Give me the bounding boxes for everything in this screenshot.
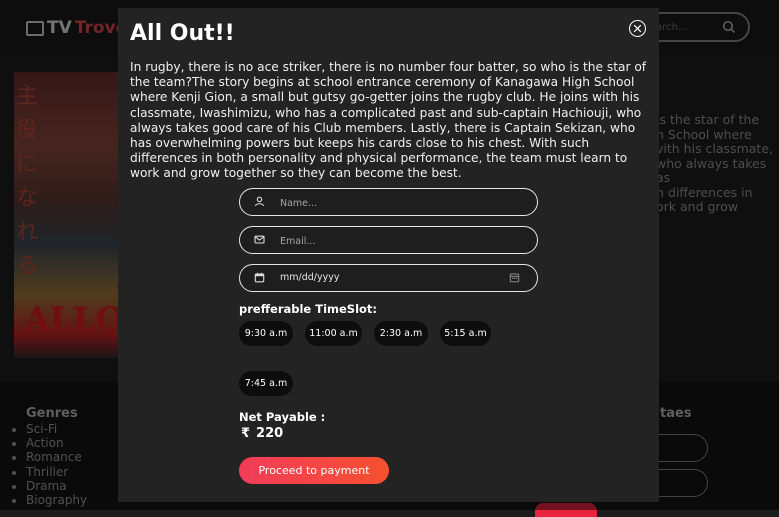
modal-title: All Out!! xyxy=(130,21,235,46)
name-input[interactable] xyxy=(278,193,502,213)
timeslot-button[interactable]: 5:15 a.m xyxy=(440,321,491,346)
timeslot-button[interactable]: 9:30 a.m xyxy=(239,321,293,346)
name-field[interactable] xyxy=(239,188,538,216)
date-field[interactable]: mm/dd/yyyy xyxy=(239,264,538,292)
proceed-to-payment-button[interactable]: Proceed to payment xyxy=(239,457,389,484)
email-field[interactable] xyxy=(239,226,538,254)
date-input[interactable]: mm/dd/yyyy xyxy=(280,272,339,283)
rupee-icon: ₹ xyxy=(241,426,251,441)
booking-modal: All Out!! In rugby, there is no ace stri… xyxy=(118,8,659,502)
email-input[interactable] xyxy=(278,231,502,251)
amount-value: 220 xyxy=(256,426,284,441)
net-payable-amount: ₹220 xyxy=(241,426,283,441)
timeslot-button[interactable]: 7:45 a.m xyxy=(239,371,293,396)
timeslot-label: prefferable TimeSlot: xyxy=(239,302,378,316)
calendar-icon xyxy=(254,272,265,283)
date-picker-icon[interactable] xyxy=(509,272,520,283)
show-description: In rugby, there is no ace striker, there… xyxy=(130,60,647,181)
timeslot-button[interactable]: 2:30 a.m xyxy=(374,321,428,346)
user-icon xyxy=(254,196,265,207)
mail-icon xyxy=(254,235,265,244)
close-icon xyxy=(633,24,642,33)
timeslot-button[interactable]: 11:00 a.m xyxy=(305,321,362,346)
close-button[interactable] xyxy=(629,20,646,37)
net-payable-label: Net Payable : xyxy=(239,410,326,424)
